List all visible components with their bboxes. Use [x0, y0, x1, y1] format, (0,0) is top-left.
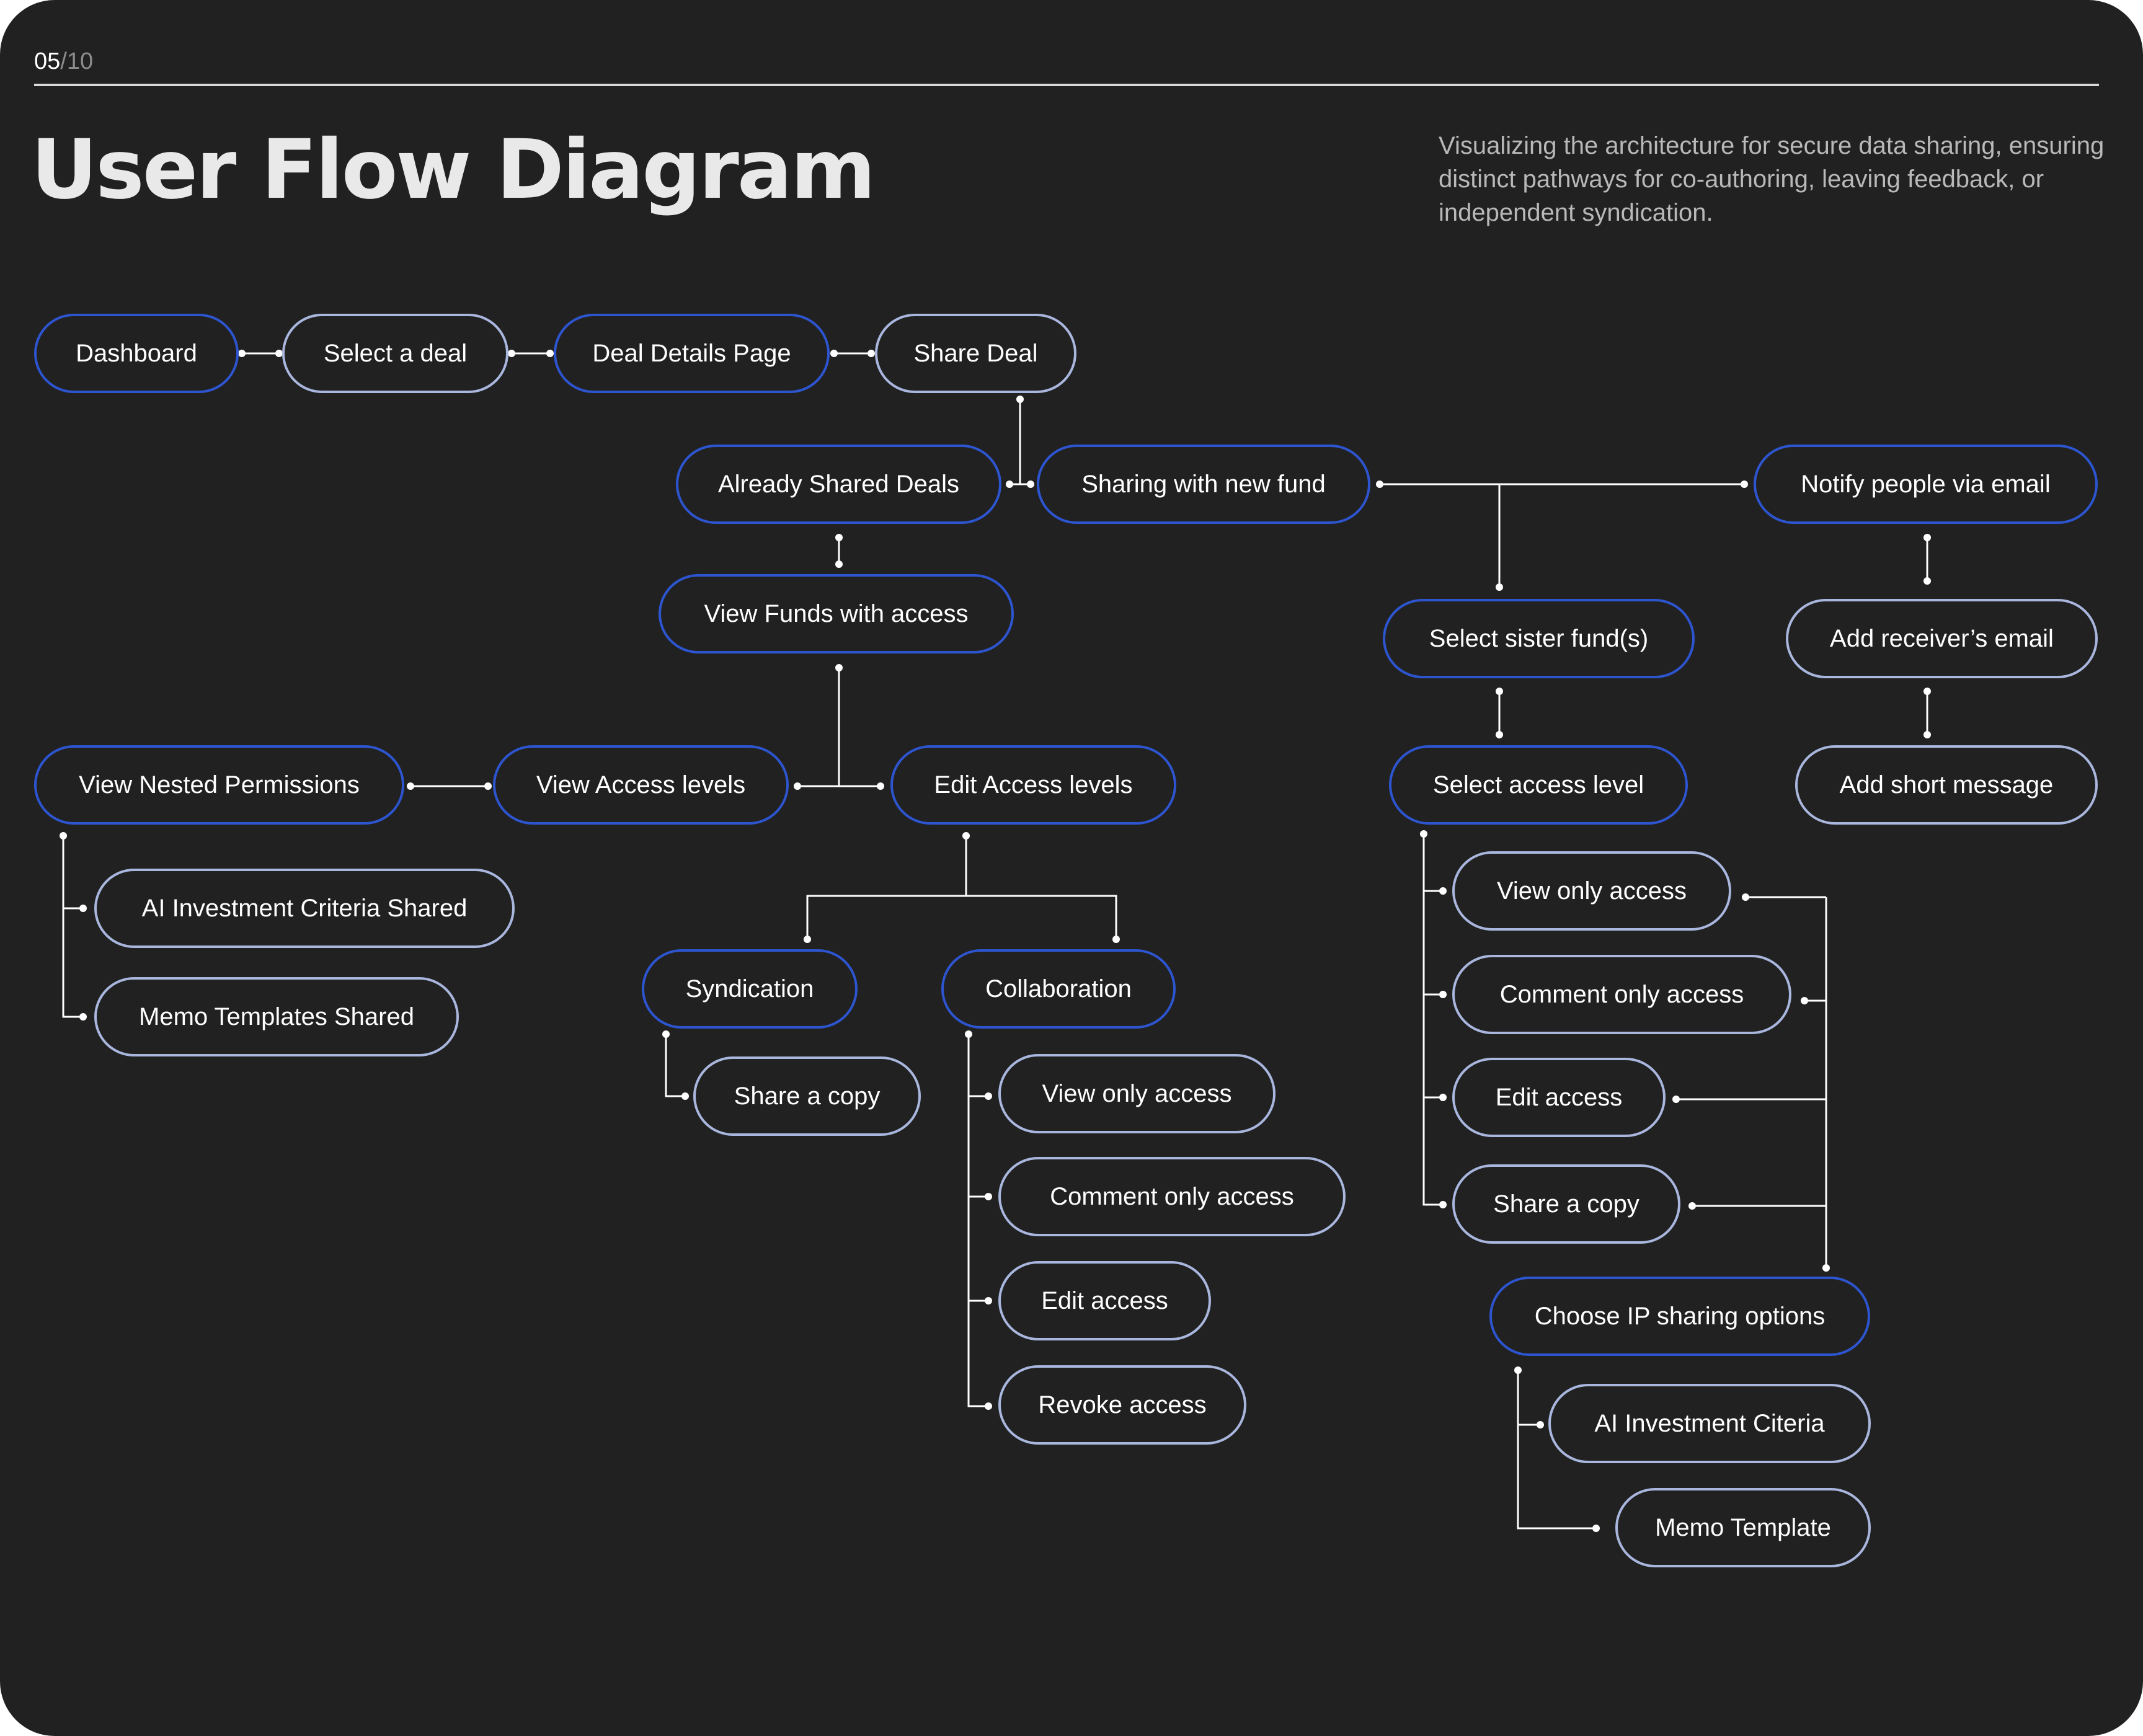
connector-dot — [962, 832, 970, 839]
connector-dot — [794, 782, 801, 790]
node-sharing-new-fund: Sharing with new fund — [1037, 445, 1370, 524]
node-collab-revoke-access: Revoke access — [998, 1365, 1246, 1445]
connector-dot — [835, 560, 843, 568]
connector-dot — [804, 936, 811, 943]
node-memo-template: Memo Template — [1615, 1488, 1871, 1567]
node-deal-details-page: Deal Details Page — [554, 314, 830, 393]
node-sister-edit-access: Edit access — [1452, 1058, 1666, 1137]
connector-dot — [1688, 1202, 1696, 1210]
node-view-access-levels: View Access levels — [493, 745, 789, 825]
connector-dot — [985, 1092, 992, 1100]
connector-dot — [1112, 936, 1120, 943]
connector-edit-access-branches — [806, 895, 1117, 939]
connector-dot — [1376, 480, 1383, 488]
node-collab-comment-only: Comment only access — [998, 1157, 1346, 1236]
connector-dot — [1741, 480, 1748, 488]
node-memo-templates-shared: Memo Templates Shared — [94, 977, 459, 1056]
node-sister-view-only: View only access — [1452, 851, 1731, 931]
connector-share-deal-branch — [1019, 399, 1031, 485]
connector-dot — [1822, 1264, 1830, 1272]
connector-dot — [60, 832, 67, 839]
node-notify-via-email: Notify people via email — [1754, 445, 2098, 524]
connector-dot — [1439, 1201, 1447, 1208]
connector-nested-children — [62, 836, 83, 1018]
connector-dot — [1439, 887, 1447, 895]
node-select-sister-funds: Select sister fund(s) — [1383, 599, 1695, 678]
connector-dot — [1537, 1421, 1544, 1428]
node-syndication-share-copy: Share a copy — [693, 1056, 921, 1136]
connector-lines — [60, 350, 1931, 1532]
connector-dot — [985, 1402, 992, 1410]
node-ai-investment-citeria: AI Investment Citeria — [1548, 1384, 1871, 1463]
connector-dot — [965, 1030, 972, 1038]
connector-dot — [546, 350, 554, 357]
connector-dot — [877, 782, 884, 790]
connector-dot — [1592, 1525, 1600, 1532]
connector-dot — [1496, 688, 1503, 695]
node-select-access-level: Select access level — [1389, 745, 1688, 825]
node-collab-view-only: View only access — [998, 1054, 1276, 1133]
node-sister-share-copy: Share a copy — [1452, 1164, 1680, 1244]
connector-dot — [1439, 991, 1447, 998]
connector-dot — [867, 350, 875, 357]
connector-dot — [985, 1193, 992, 1200]
node-share-deal: Share Deal — [875, 314, 1076, 393]
connector-dot — [508, 350, 515, 357]
connector-dot — [1496, 731, 1503, 738]
node-add-receiver-email: Add receiver’s email — [1786, 599, 2098, 678]
connector-dot — [681, 1092, 689, 1100]
connector-dot — [1923, 688, 1931, 695]
connector-dot — [1672, 1096, 1680, 1103]
connector-dot — [1742, 893, 1749, 901]
connector-dot — [1923, 731, 1931, 738]
connector-dot — [1801, 997, 1808, 1004]
connector-dot — [1514, 1366, 1522, 1374]
connector-dot — [1496, 583, 1503, 591]
node-select-deal: Select a deal — [282, 314, 508, 393]
node-view-funds-with-access: View Funds with access — [659, 574, 1014, 653]
connector-dot — [79, 1013, 87, 1021]
connector-dot — [1439, 1094, 1447, 1101]
node-sister-comment-only: Comment only access — [1452, 955, 1791, 1034]
connector-dot — [835, 664, 843, 671]
connector-dot — [835, 534, 843, 541]
connector-dot — [1006, 480, 1013, 488]
node-choose-ip-options: Choose IP sharing options — [1489, 1277, 1870, 1356]
node-ai-criteria-shared: AI Investment Criteria Shared — [94, 869, 515, 948]
connector-dot — [830, 350, 838, 357]
connector-dot — [407, 782, 414, 790]
node-view-nested-permissions: View Nested Permissions — [34, 745, 404, 825]
node-collab-edit-access: Edit access — [998, 1261, 1211, 1340]
connector-dot — [79, 905, 87, 912]
connector-dot — [238, 350, 246, 357]
slide-card: 05/10 User Flow Diagram Visualizing the … — [0, 0, 2143, 1736]
connector-dot — [484, 782, 492, 790]
node-add-short-message: Add short message — [1795, 745, 2098, 825]
connector-dot — [985, 1297, 992, 1304]
connector-dot — [662, 1030, 670, 1038]
connector-dot — [1923, 577, 1931, 585]
connector-dot — [1923, 534, 1931, 541]
node-collaboration: Collaboration — [941, 949, 1176, 1029]
connector-dot — [1420, 830, 1427, 838]
connector-collab-children — [967, 1034, 988, 1407]
connector-dot — [1016, 396, 1024, 403]
node-already-shared-deals: Already Shared Deals — [676, 445, 1001, 524]
node-edit-access-levels: Edit Access levels — [890, 745, 1176, 825]
node-dashboard: Dashboard — [34, 314, 239, 393]
node-syndication: Syndication — [642, 949, 858, 1029]
connector-dot — [1027, 480, 1034, 488]
connector-syndication-share-copy — [665, 1034, 685, 1097]
